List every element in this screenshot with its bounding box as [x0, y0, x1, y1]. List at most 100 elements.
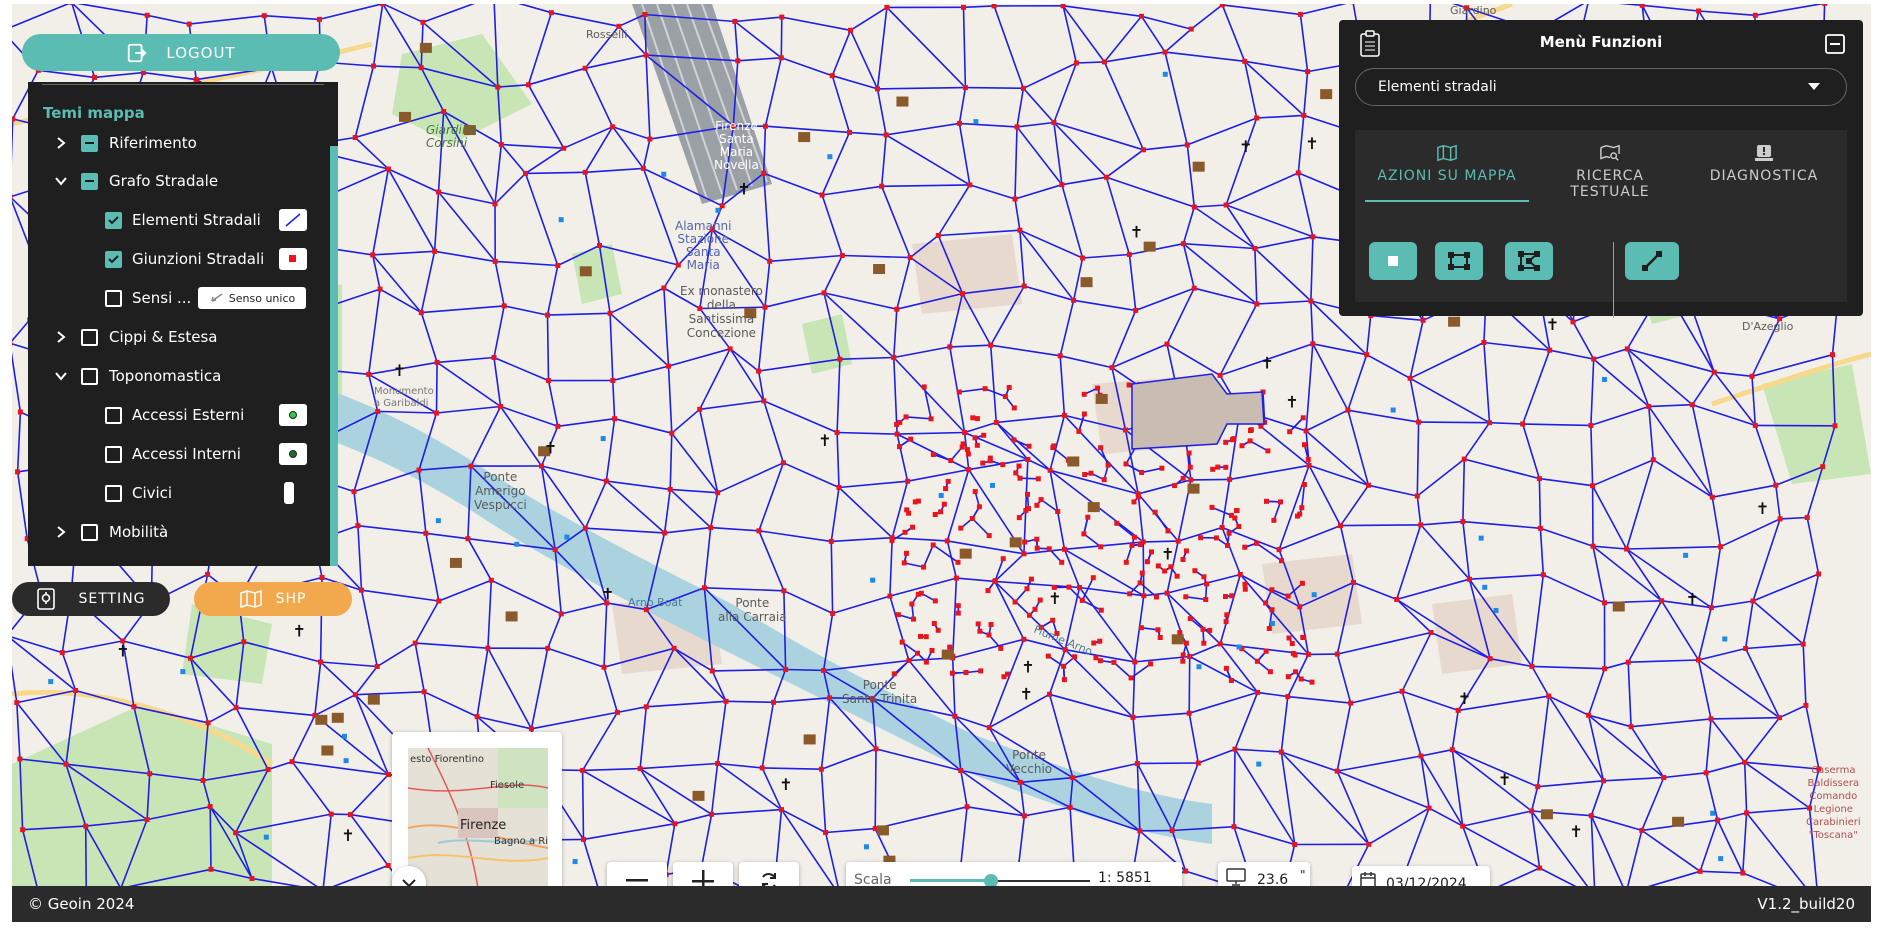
line-draw-icon	[1642, 251, 1662, 271]
panel-divider	[42, 84, 324, 85]
minus-icon	[626, 879, 648, 882]
logout-button[interactable]: LOGOUT	[22, 34, 340, 71]
legend-senso-unico: Senso unico	[198, 287, 306, 309]
svg-text:✝: ✝	[1569, 822, 1582, 841]
svg-text:✝: ✝	[1546, 315, 1559, 334]
legend-line-icon	[279, 209, 307, 231]
minimap-label: Bagno a Rip	[494, 836, 548, 847]
map-label: Rosselli	[586, 28, 628, 41]
chevron-down-icon[interactable]	[54, 369, 68, 383]
layer-checkbox-grafo-stradale[interactable]	[81, 172, 98, 190]
setting-button[interactable]: SETTING	[12, 582, 170, 616]
rectangle-select-icon	[1448, 252, 1470, 270]
chevron-down-icon[interactable]	[54, 174, 68, 188]
layer-row-riferimento[interactable]: Riferimento	[28, 128, 328, 158]
app-stage: ✝✝✝✝✝✝✝✝✝✝✝✝✝✝✝✝✝✝✝✝✝✝✝✝✝✝✝✝✝✝ GiardinoC…	[0, 0, 1883, 939]
layer-select-dropdown[interactable]: Elementi stradali	[1355, 68, 1847, 106]
shp-button[interactable]: SHP	[194, 582, 352, 616]
chevron-right-icon[interactable]	[54, 525, 68, 539]
layer-row-toponomastica[interactable]: Toponomastica	[28, 361, 328, 391]
minimap-label: Firenze	[460, 818, 507, 833]
layers-scrollbar[interactable]	[330, 146, 338, 566]
svg-text:✝: ✝	[737, 179, 750, 198]
layer-row-mobilita[interactable]: Mobilità	[28, 517, 328, 547]
layer-checkbox-toponomastica[interactable]	[81, 367, 98, 385]
layer-checkbox-giunzioni-stradali[interactable]	[105, 250, 122, 268]
layer-row-giunzioni-stradali[interactable]: Giunzioni Stradali	[28, 244, 328, 274]
layer-checkbox-riferimento[interactable]	[81, 134, 98, 152]
gear-icon	[37, 588, 56, 610]
logout-label: LOGOUT	[166, 43, 236, 62]
senso-unico-label: Senso unico	[228, 291, 296, 305]
chevron-right-icon[interactable]	[54, 330, 68, 344]
map-search-icon	[1600, 144, 1620, 161]
layer-label: Toponomastica	[109, 367, 222, 385]
functions-menu-panel: Menù Funzioni Elementi stradali AZIONI S…	[1339, 20, 1863, 318]
tab-label: DIAGNOSTICA	[1709, 168, 1819, 184]
map-label: Firenze Santa Maria Novella	[714, 119, 759, 172]
select-point-button[interactable]	[1369, 242, 1417, 280]
layer-row-sensi[interactable]: Sensi ... Senso unico	[28, 283, 328, 313]
svg-text:✝: ✝	[818, 431, 831, 450]
menu-title: Menù Funzioni	[1539, 33, 1663, 51]
map-label: Ponte Amerigo Vespucci	[474, 470, 527, 512]
tab-label: RICERCA TESTUALE	[1570, 168, 1650, 200]
version-text: V1.2_build20	[1757, 895, 1855, 913]
tab-azioni-su-mappa[interactable]: AZIONI SU MAPPA	[1365, 144, 1529, 202]
layer-row-elementi-stradali[interactable]: Elementi Stradali	[28, 205, 328, 235]
map-label: D'Azeglio	[1742, 320, 1794, 333]
svg-text:✝: ✝	[1021, 657, 1034, 676]
layer-label: Riferimento	[109, 134, 197, 152]
layer-label: Grafo Stradale	[109, 172, 219, 190]
tab-diagnostica[interactable]: DIAGNOSTICA	[1691, 144, 1837, 202]
monitor-icon	[1226, 868, 1246, 886]
svg-text:✝: ✝	[1161, 544, 1174, 563]
square-icon	[1388, 256, 1398, 266]
svg-text:✝: ✝	[293, 622, 306, 641]
layer-label: Accessi Interni	[132, 445, 241, 463]
minimap-view[interactable]: esto Fiorentino Fiesole Firenze Bagno a …	[408, 748, 548, 888]
layer-row-cippi-estesa[interactable]: Cippi & Estesa	[28, 322, 328, 352]
layer-checkbox-sensi[interactable]	[105, 289, 122, 307]
layer-label: Giunzioni Stradali	[132, 250, 265, 268]
select-rectangle-button[interactable]	[1435, 242, 1483, 280]
minimize-icon[interactable]	[1825, 34, 1845, 54]
svg-text:✝: ✝	[393, 361, 406, 380]
svg-text:✝: ✝	[601, 584, 614, 603]
layer-checkbox-civici[interactable]	[105, 484, 122, 502]
scale-ratio-value[interactable]: 1: 5851	[1094, 870, 1174, 887]
tab-underline	[1365, 200, 1529, 202]
map-label: Ponte Santa Trinita	[842, 678, 918, 706]
status-footer: © Geoin 2024 V1.2_build20	[12, 886, 1871, 922]
chevron-right-icon[interactable]	[54, 136, 68, 150]
layer-label: Elementi Stradali	[132, 211, 261, 229]
svg-text:✝: ✝	[1130, 222, 1143, 241]
caret-down-icon	[1808, 83, 1820, 90]
tab-label: AZIONI SU MAPPA	[1377, 168, 1517, 184]
layer-row-accessi-interni[interactable]: Accessi Interni	[28, 439, 328, 469]
svg-text:✝: ✝	[1048, 589, 1061, 608]
layer-checkbox-mobilita[interactable]	[81, 523, 98, 541]
map-label: Alamanni Stazione Santa Maria	[675, 219, 732, 272]
draw-line-button[interactable]	[1625, 242, 1679, 280]
legend-point-red-icon	[279, 248, 307, 270]
layer-checkbox-accessi-esterni[interactable]	[105, 406, 122, 424]
layer-row-grafo-stradale[interactable]: Grafo Stradale	[28, 166, 328, 196]
layer-label: Civici	[132, 484, 173, 502]
legend-point-green-icon	[279, 404, 307, 426]
select-polygon-button[interactable]	[1505, 242, 1553, 280]
layer-checkbox-accessi-interni[interactable]	[105, 445, 122, 463]
layer-label: Mobilità	[109, 523, 169, 541]
layer-checkbox-cippi-estesa[interactable]	[81, 328, 98, 346]
copyright-text: © Geoin 2024	[28, 895, 135, 913]
layer-row-accessi-esterni[interactable]: Accessi Esterni	[28, 400, 328, 430]
tab-ricerca-testuale[interactable]: RICERCA TESTUALE	[1535, 144, 1685, 202]
svg-text:✝: ✝	[1239, 137, 1252, 156]
layer-checkbox-elementi-stradali[interactable]	[105, 211, 122, 229]
setting-label: SETTING	[78, 591, 146, 607]
minimap-label: Fiesole	[490, 780, 525, 791]
svg-text:✝: ✝	[1686, 589, 1699, 608]
layer-row-civici[interactable]: Civici	[28, 478, 328, 508]
polygon-select-icon	[1518, 251, 1540, 271]
layers-title: Temi mappa	[43, 104, 145, 122]
